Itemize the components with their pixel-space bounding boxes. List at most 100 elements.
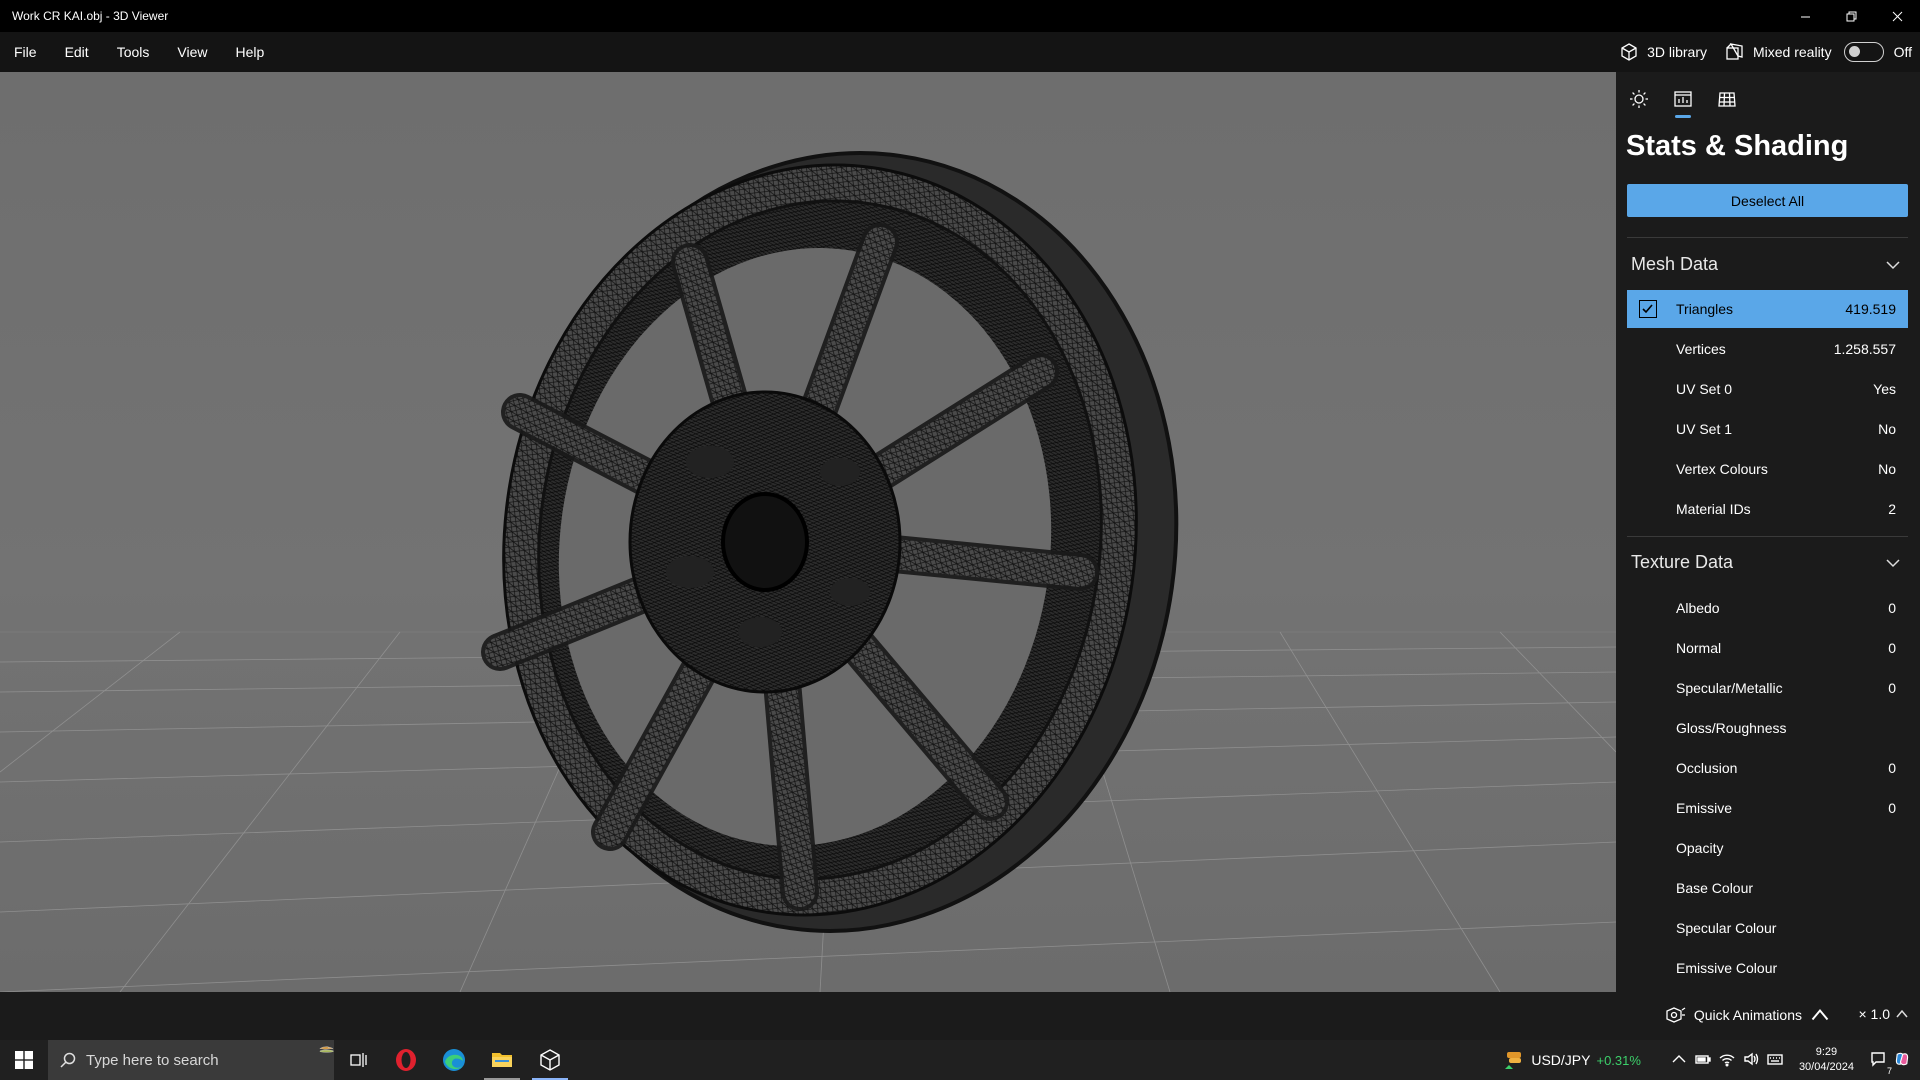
start-button[interactable] [0, 1040, 48, 1080]
mixed-reality-button[interactable]: Mixed reality [1719, 42, 1838, 62]
chevron-up-icon [1896, 1009, 1908, 1018]
texture-row-emissive[interactable]: Emissive 0 [1627, 789, 1908, 827]
mesh-row-vertices[interactable]: Vertices 1.258.557 [1627, 330, 1908, 368]
tab-grid[interactable] [1712, 84, 1742, 114]
show-hidden-icons-button[interactable] [1671, 1051, 1687, 1070]
row-label: Gloss/Roughness [1676, 720, 1787, 736]
ticker-change: +0.31% [1596, 1052, 1641, 1068]
mesh-row-uv-set-1[interactable]: UV Set 1 No [1627, 410, 1908, 448]
row-label: Material IDs [1676, 501, 1751, 517]
minimize-button[interactable] [1782, 0, 1828, 32]
file-explorer-app[interactable] [478, 1040, 526, 1080]
cube-icon [1621, 43, 1637, 61]
restore-icon [1846, 11, 1856, 21]
menu-view[interactable]: View [163, 44, 221, 60]
folder-icon [492, 1053, 512, 1067]
row-label: Base Colour [1676, 880, 1754, 896]
mixed-reality-state: Off [1893, 44, 1912, 60]
restore-button[interactable] [1828, 0, 1874, 32]
wheel-model[interactable] [456, 110, 1226, 974]
texture-row-base-colour[interactable]: Base Colour [1627, 869, 1908, 907]
texture-row-occlusion[interactable]: Occlusion 0 [1627, 749, 1908, 787]
3d-viewer-icon [540, 1049, 560, 1071]
notification-icon [1871, 1051, 1885, 1067]
ticker-symbol: USD/JPY [1531, 1052, 1591, 1068]
row-value: 419.519 [1845, 301, 1896, 317]
row-label: Albedo [1676, 600, 1720, 616]
system-tray: USD/JPY +0.31% 9:29 30/04/2024 7 [1503, 1040, 1920, 1080]
edge-app[interactable] [430, 1040, 478, 1080]
texture-row-specular-colour[interactable]: Specular Colour [1627, 909, 1908, 947]
tab-stats[interactable] [1668, 84, 1698, 118]
keyboard-input[interactable] [1767, 1051, 1783, 1070]
close-button[interactable] [1874, 0, 1920, 32]
mesh-row-triangles[interactable]: Triangles 419.519 [1627, 290, 1908, 328]
texture-data-heading: Texture Data [1631, 552, 1734, 572]
deselect-all-button[interactable]: Deselect All [1627, 184, 1908, 217]
quick-animations-button[interactable]: Quick Animations [1666, 1006, 1830, 1024]
3d-viewport[interactable] [0, 72, 1616, 992]
mesh-data-header[interactable]: Mesh Data [1631, 254, 1908, 275]
volume-control[interactable] [1743, 1051, 1759, 1070]
texture-row-opacity[interactable]: Opacity [1627, 829, 1908, 867]
chevron-down-icon [1886, 260, 1900, 269]
playback-speed: × 1.0 [1858, 1006, 1890, 1022]
row-label: Specular Colour [1676, 920, 1777, 936]
mixed-reality-toggle[interactable] [1843, 42, 1884, 62]
taskbar-clock[interactable]: 9:29 30/04/2024 [1799, 1045, 1854, 1075]
window-controls [1782, 0, 1920, 32]
network-status[interactable] [1719, 1051, 1735, 1070]
mesh-row-material-ids[interactable]: Material IDs 2 [1627, 490, 1908, 528]
search-highlight-icon [319, 1046, 334, 1053]
texture-row-emissive-colour[interactable]: Emissive Colour [1627, 949, 1908, 987]
taskbar: Type here to search USD/JPY +0.31% 9:29 … [0, 1040, 1920, 1080]
menu-edit[interactable]: Edit [51, 44, 103, 60]
task-view-button[interactable] [334, 1040, 382, 1080]
3d-library-button[interactable]: 3D library [1613, 42, 1713, 62]
texture-row-normal[interactable]: Normal 0 [1627, 629, 1908, 667]
texture-row-gloss-roughness[interactable]: Gloss/Roughness [1627, 709, 1908, 747]
scene-canvas[interactable] [0, 72, 1616, 992]
triangles-checkbox[interactable] [1639, 300, 1657, 318]
row-label: Triangles [1676, 301, 1734, 317]
3d-viewer-app[interactable] [526, 1040, 574, 1080]
minimize-icon [1800, 16, 1810, 17]
clock-time: 9:29 [1815, 1046, 1838, 1058]
taskbar-search[interactable]: Type here to search [48, 1040, 334, 1080]
menu-help[interactable]: Help [221, 44, 278, 60]
texture-row-specular-metallic[interactable]: Specular/Metallic 0 [1627, 669, 1908, 707]
title-bar: Work CR KAI.obj - 3D Viewer [0, 0, 1920, 32]
copilot-icon [1895, 1052, 1909, 1065]
mixed-reality-label: Mixed reality [1752, 44, 1832, 60]
panel-tabs [1624, 84, 1742, 118]
menu-bar: File Edit Tools View Help 3D library Mix… [0, 32, 1920, 72]
copilot-button[interactable] [1894, 1051, 1910, 1070]
search-placeholder: Type here to search [86, 1051, 219, 1069]
texture-data-header[interactable]: Texture Data [1631, 552, 1908, 573]
texture-row-albedo[interactable]: Albedo 0 [1627, 589, 1908, 627]
battery-status[interactable] [1695, 1051, 1711, 1070]
notification-center-button[interactable]: 7 [1870, 1051, 1892, 1076]
opera-app[interactable] [382, 1040, 430, 1080]
sun-icon [1630, 90, 1648, 108]
opera-icon [396, 1049, 416, 1071]
mesh-data-heading: Mesh Data [1631, 254, 1719, 274]
row-value: No [1878, 461, 1896, 477]
clock-date: 30/04/2024 [1798, 1061, 1854, 1073]
notification-count: 7 [1886, 1065, 1892, 1076]
row-label: Opacity [1676, 840, 1724, 856]
checkmark-icon [1642, 304, 1653, 314]
mesh-row-vertex-colours[interactable]: Vertex Colours No [1627, 450, 1908, 488]
stock-ticker-widget[interactable]: USD/JPY +0.31% [1503, 1049, 1641, 1071]
row-label: Vertex Colours [1676, 461, 1768, 477]
menu-file[interactable]: File [0, 44, 51, 60]
tab-lighting[interactable] [1624, 84, 1654, 114]
mesh-row-uv-set-0[interactable]: UV Set 0 Yes [1627, 370, 1908, 408]
playback-speed-button[interactable]: × 1.0 [1858, 1006, 1908, 1022]
row-value: 0 [1888, 640, 1896, 656]
menu-right-group: 3D library Mixed reality Off [1613, 32, 1920, 72]
search-icon [60, 1052, 76, 1068]
menu-tools[interactable]: Tools [103, 44, 164, 60]
row-value: No [1878, 421, 1896, 437]
divider [1627, 536, 1908, 537]
